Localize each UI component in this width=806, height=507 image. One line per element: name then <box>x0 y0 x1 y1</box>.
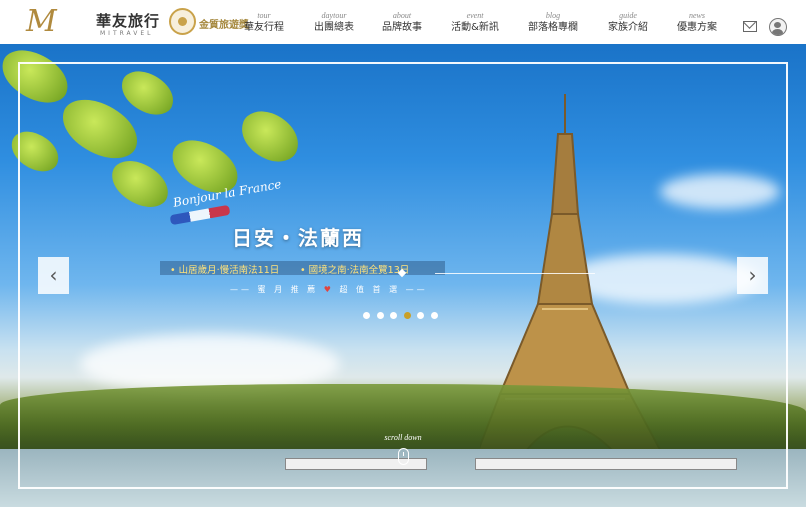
nav-item-label: 活動&新訊 <box>451 22 499 33</box>
mail-icon[interactable] <box>743 21 757 32</box>
site-header: M 華友旅行 MITRAVEL 金質旅遊獎 tour 華友行程 daytour … <box>0 0 806 44</box>
carousel-dot[interactable] <box>363 312 370 319</box>
scroll-down-indicator[interactable]: scroll down <box>378 433 428 465</box>
nav-item-en: event <box>466 11 484 20</box>
slide-caption[interactable]: Bonjour la France 日安・法蘭西 • 山居歲月‧慢活南法11日 … <box>160 177 445 306</box>
carousel-dot[interactable] <box>403 312 411 319</box>
site-logo[interactable]: M 華友旅行 MITRAVEL <box>26 4 166 40</box>
nav-item-en: tour <box>257 11 271 20</box>
nav-item-blog[interactable]: blog 部落格專欄 <box>516 11 590 35</box>
award-medal-icon <box>169 8 196 35</box>
carousel-dot[interactable] <box>430 312 438 319</box>
logo-name-en: MITRAVEL <box>100 30 154 37</box>
nav-item-en: about <box>392 11 412 20</box>
scroll-label: scroll down <box>384 433 422 442</box>
nav-item-label: 品牌故事 <box>382 22 422 33</box>
carousel-dot[interactable] <box>376 312 384 319</box>
nav-item-en: news <box>689 11 705 20</box>
nav-item-about[interactable]: about 品牌故事 <box>365 11 439 35</box>
slide-tagline: —— 蜜 月 推 薦 ♥ 超 值 首 選 —— <box>230 284 428 295</box>
logo-script-mark: M <box>26 4 57 39</box>
user-avatar-icon[interactable] <box>769 18 787 36</box>
tagline-left: —— 蜜 月 推 薦 <box>230 285 319 294</box>
nav-item-event[interactable]: event 活動&新訊 <box>438 11 512 35</box>
nav-item-label: 優惠方案 <box>677 22 717 33</box>
slide-subtitle-right: • 國境之南‧法南全覽13日 <box>300 265 410 276</box>
tagline-right: 超 值 首 選 —— <box>339 285 428 294</box>
hero-carousel: Bonjour la France 日安・法蘭西 • 山居歲月‧慢活南法11日 … <box>0 44 806 507</box>
chevron-right-icon: › <box>748 263 757 287</box>
carousel-dot[interactable] <box>417 312 424 319</box>
nav-item-en: daytour <box>321 11 347 20</box>
nav-item-label: 出團總表 <box>314 22 354 33</box>
nav-item-daytour[interactable]: daytour 出團總表 <box>297 11 371 35</box>
carousel-dot[interactable] <box>390 312 397 319</box>
slide-title: 日安・法蘭西 <box>232 226 364 250</box>
carousel-prev-button[interactable]: ‹ <box>38 257 69 294</box>
nav-item-en: blog <box>545 11 561 20</box>
nav-item-tour[interactable]: tour 華友行程 <box>227 11 301 35</box>
nav-item-label: 部落格專欄 <box>528 22 578 33</box>
nav-item-label: 華友行程 <box>244 22 284 33</box>
nav-item-guide[interactable]: guide 家族介紹 <box>591 11 665 35</box>
chevron-left-icon: ‹ <box>49 263 58 287</box>
nav-item-label: 家族介紹 <box>608 22 648 33</box>
carousel-next-button[interactable]: › <box>737 257 768 294</box>
heart-icon: ♥ <box>323 285 334 294</box>
divider-line <box>435 273 595 274</box>
logo-name-cn: 華友旅行 <box>96 12 161 30</box>
slide-subtitle-left: • 山居歲月‧慢活南法11日 <box>170 265 280 276</box>
mouse-icon <box>397 448 409 465</box>
nav-item-news[interactable]: news 優惠方案 <box>660 11 734 35</box>
nav-item-en: guide <box>619 11 637 20</box>
